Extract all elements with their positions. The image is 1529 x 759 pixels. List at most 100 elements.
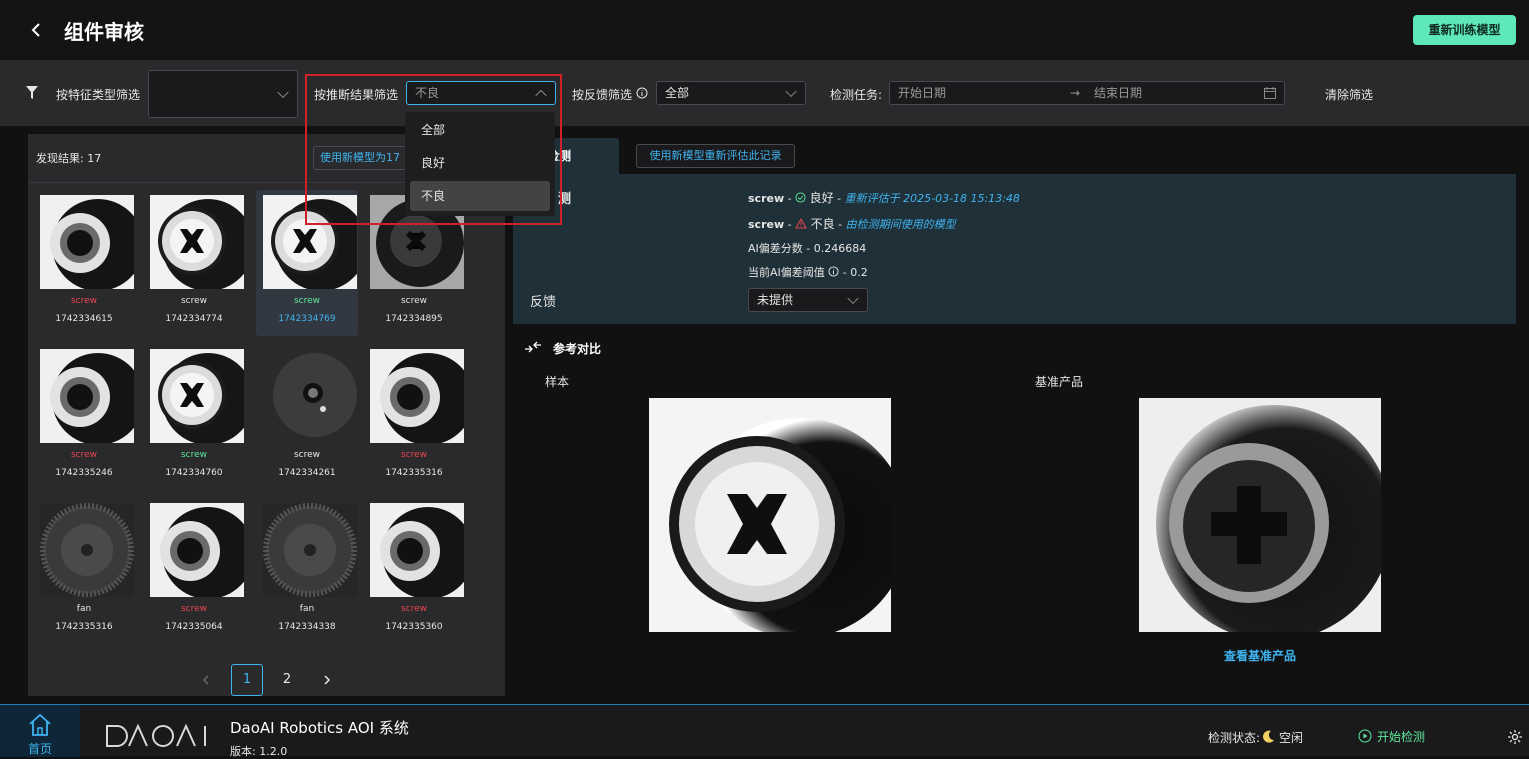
reevaluate-record-button[interactable]: 使用新模型重新评估此记录 (636, 144, 795, 168)
result-good: 良好 (809, 191, 834, 205)
gear-icon[interactable] (1507, 729, 1523, 745)
feedback-dropdown[interactable]: 未提供 (748, 288, 868, 312)
home-button[interactable]: 首页 (0, 705, 80, 757)
thumbnail-image (263, 195, 357, 289)
pager-page-2[interactable]: 2 (277, 664, 297, 696)
pager-prev-icon[interactable] (200, 674, 212, 686)
result-thumbnail[interactable]: screw 1742335316 (363, 344, 465, 490)
result-thumbnail[interactable]: screw 1742334774 (143, 190, 245, 336)
thumbnail-image (150, 503, 244, 597)
dropdown-option-bad[interactable]: 不良 (410, 181, 550, 211)
result-thumbnail[interactable]: screw 1742334760 (143, 344, 245, 490)
check-circle-icon (795, 192, 806, 203)
thumbnail-feature-name: screw (180, 450, 208, 460)
pager-next-icon[interactable] (321, 674, 333, 686)
chevron-left-icon (31, 23, 40, 37)
filter-bar: 按特征类型筛选 按推断结果筛选 不良 按反馈筛选 全部 检测任务: 开始日期 →… (0, 60, 1529, 126)
header: 组件审核 重新训练模型 (0, 0, 1529, 60)
daoai-logo (106, 723, 206, 747)
infer-result-filter-label: 按推断结果筛选 (314, 88, 399, 102)
back-button[interactable] (30, 18, 50, 42)
separator: - (787, 192, 792, 205)
thumbnail-id: 1742334760 (165, 468, 223, 478)
thumbnail-feature-name: screw (400, 296, 428, 306)
app-title: DaoAI Robotics AOI 系统 (230, 719, 409, 737)
start-date-input[interactable]: 开始日期 (898, 86, 946, 100)
threshold-line: 当前AI偏差阈值 - 0.2 (748, 264, 868, 280)
thumbnail-feature-name: screw (180, 604, 208, 614)
thumbnail-image (40, 503, 134, 597)
filter-icon (26, 86, 38, 99)
thumbnail-feature-name: screw (400, 604, 428, 614)
result-thumbnail[interactable]: screw 1742335246 (33, 344, 135, 490)
feature-name: screw (748, 218, 785, 231)
result-thumbnail[interactable]: screw 1742335064 (143, 498, 245, 644)
feedback-filter-label: 按反馈筛选 (572, 88, 633, 102)
chevron-down-icon (847, 292, 859, 305)
page-title: 组件审核 (64, 20, 144, 44)
dropdown-option-all[interactable]: 全部 (410, 115, 550, 145)
detection-status-label: 检测状态: (1208, 731, 1261, 745)
start-detection-label: 开始检测 (1377, 730, 1426, 744)
threshold-label: 当前AI偏差阈值 (748, 266, 825, 279)
date-range-picker[interactable]: 开始日期 → 结束日期 (889, 81, 1285, 105)
end-date-input[interactable]: 结束日期 (1094, 82, 1142, 104)
warning-icon (795, 217, 807, 229)
results-panel: 发现结果: 17 使用新模型为17 screw 1742334615 screw 17… (28, 134, 505, 696)
thumbnail-image (263, 503, 357, 597)
infer-result-select[interactable]: 不良 (406, 81, 556, 105)
thumbnail-id: 1742335316 (385, 468, 443, 478)
threshold-value: - 0.2 (842, 266, 868, 279)
task-filter-label: 检测任务: (830, 88, 883, 102)
result-thumbnail[interactable]: fan 1742335316 (33, 498, 135, 644)
result-thumbnail[interactable]: screw 1742335360 (363, 498, 465, 644)
thumbnail-id: 1742335246 (55, 468, 113, 478)
info-icon[interactable] (828, 266, 839, 277)
moon-icon (1263, 730, 1274, 743)
home-icon (29, 713, 51, 736)
result-thumbnail[interactable]: screw 1742334615 (33, 190, 135, 336)
separator: - (787, 218, 792, 231)
retrain-model-button[interactable]: 重新训练模型 (1413, 15, 1516, 45)
separator: - (837, 192, 842, 205)
bottom-bar: 首页 DaoAI Robotics AOI 系统 版本: 1.2.0 检测状态:… (0, 704, 1529, 758)
thumbnail-id: 1742334615 (55, 314, 113, 324)
reeval-note: 重新评估于 2025-03-18 15:13:48 (844, 192, 1020, 205)
base-product-label: 基准产品 (1035, 375, 1084, 389)
feature-type-filter-label: 按特征类型筛选 (56, 88, 141, 102)
detection-info-panel: 测 screw - 良好 - 重新评估于 2025-03-18 15:13:48… (513, 174, 1516, 324)
clear-filter-button[interactable]: 清除筛选 (1325, 86, 1373, 103)
app-version: 版本: 1.2.0 (230, 745, 288, 758)
thumbnail-id: 1742335064 (165, 622, 223, 632)
detection-status-value: 空闲 (1279, 731, 1304, 745)
feedback-select[interactable]: 全部 (656, 81, 806, 105)
result-bad: 不良 (810, 217, 835, 231)
feedback-dropdown-value: 未提供 (757, 293, 794, 307)
arrow-right-icon: → (1070, 86, 1081, 100)
home-label: 首页 (28, 742, 53, 756)
pager-page-1[interactable]: 1 (231, 664, 263, 696)
feedback-label: 反馈 (530, 295, 557, 310)
thumbnail-image (150, 349, 244, 443)
model-note: 由检测期间使用的模型 (845, 218, 956, 231)
play-circle-icon (1358, 729, 1372, 743)
feature-type-select[interactable] (148, 70, 298, 118)
sample-image (649, 398, 891, 632)
view-base-product-link[interactable]: 查看基准产品 (1139, 647, 1381, 664)
start-detection-button[interactable]: 开始检测 (1358, 727, 1454, 747)
thumbnail-image (370, 503, 464, 597)
thumbnail-feature-name: screw (70, 450, 98, 460)
thumbnail-id: 1742334261 (278, 468, 336, 478)
result-thumbnail[interactable]: fan 1742334338 (256, 498, 358, 644)
thumbnail-image (40, 195, 134, 289)
sample-label: 样本 (545, 375, 570, 389)
result-thumbnail[interactable]: screw 1742334261 (256, 344, 358, 490)
thumbnail-feature-name: screw (70, 296, 98, 306)
thumbnail-feature-name: screw (293, 450, 321, 460)
result-thumbnail[interactable]: screw 1742334769 (256, 190, 358, 336)
compare-icon (525, 341, 541, 353)
info-icon[interactable] (636, 87, 648, 99)
results-count: 发现结果: 17 (36, 152, 102, 165)
dropdown-option-good[interactable]: 良好 (410, 148, 550, 178)
thumbnail-id: 1742335316 (55, 622, 113, 632)
